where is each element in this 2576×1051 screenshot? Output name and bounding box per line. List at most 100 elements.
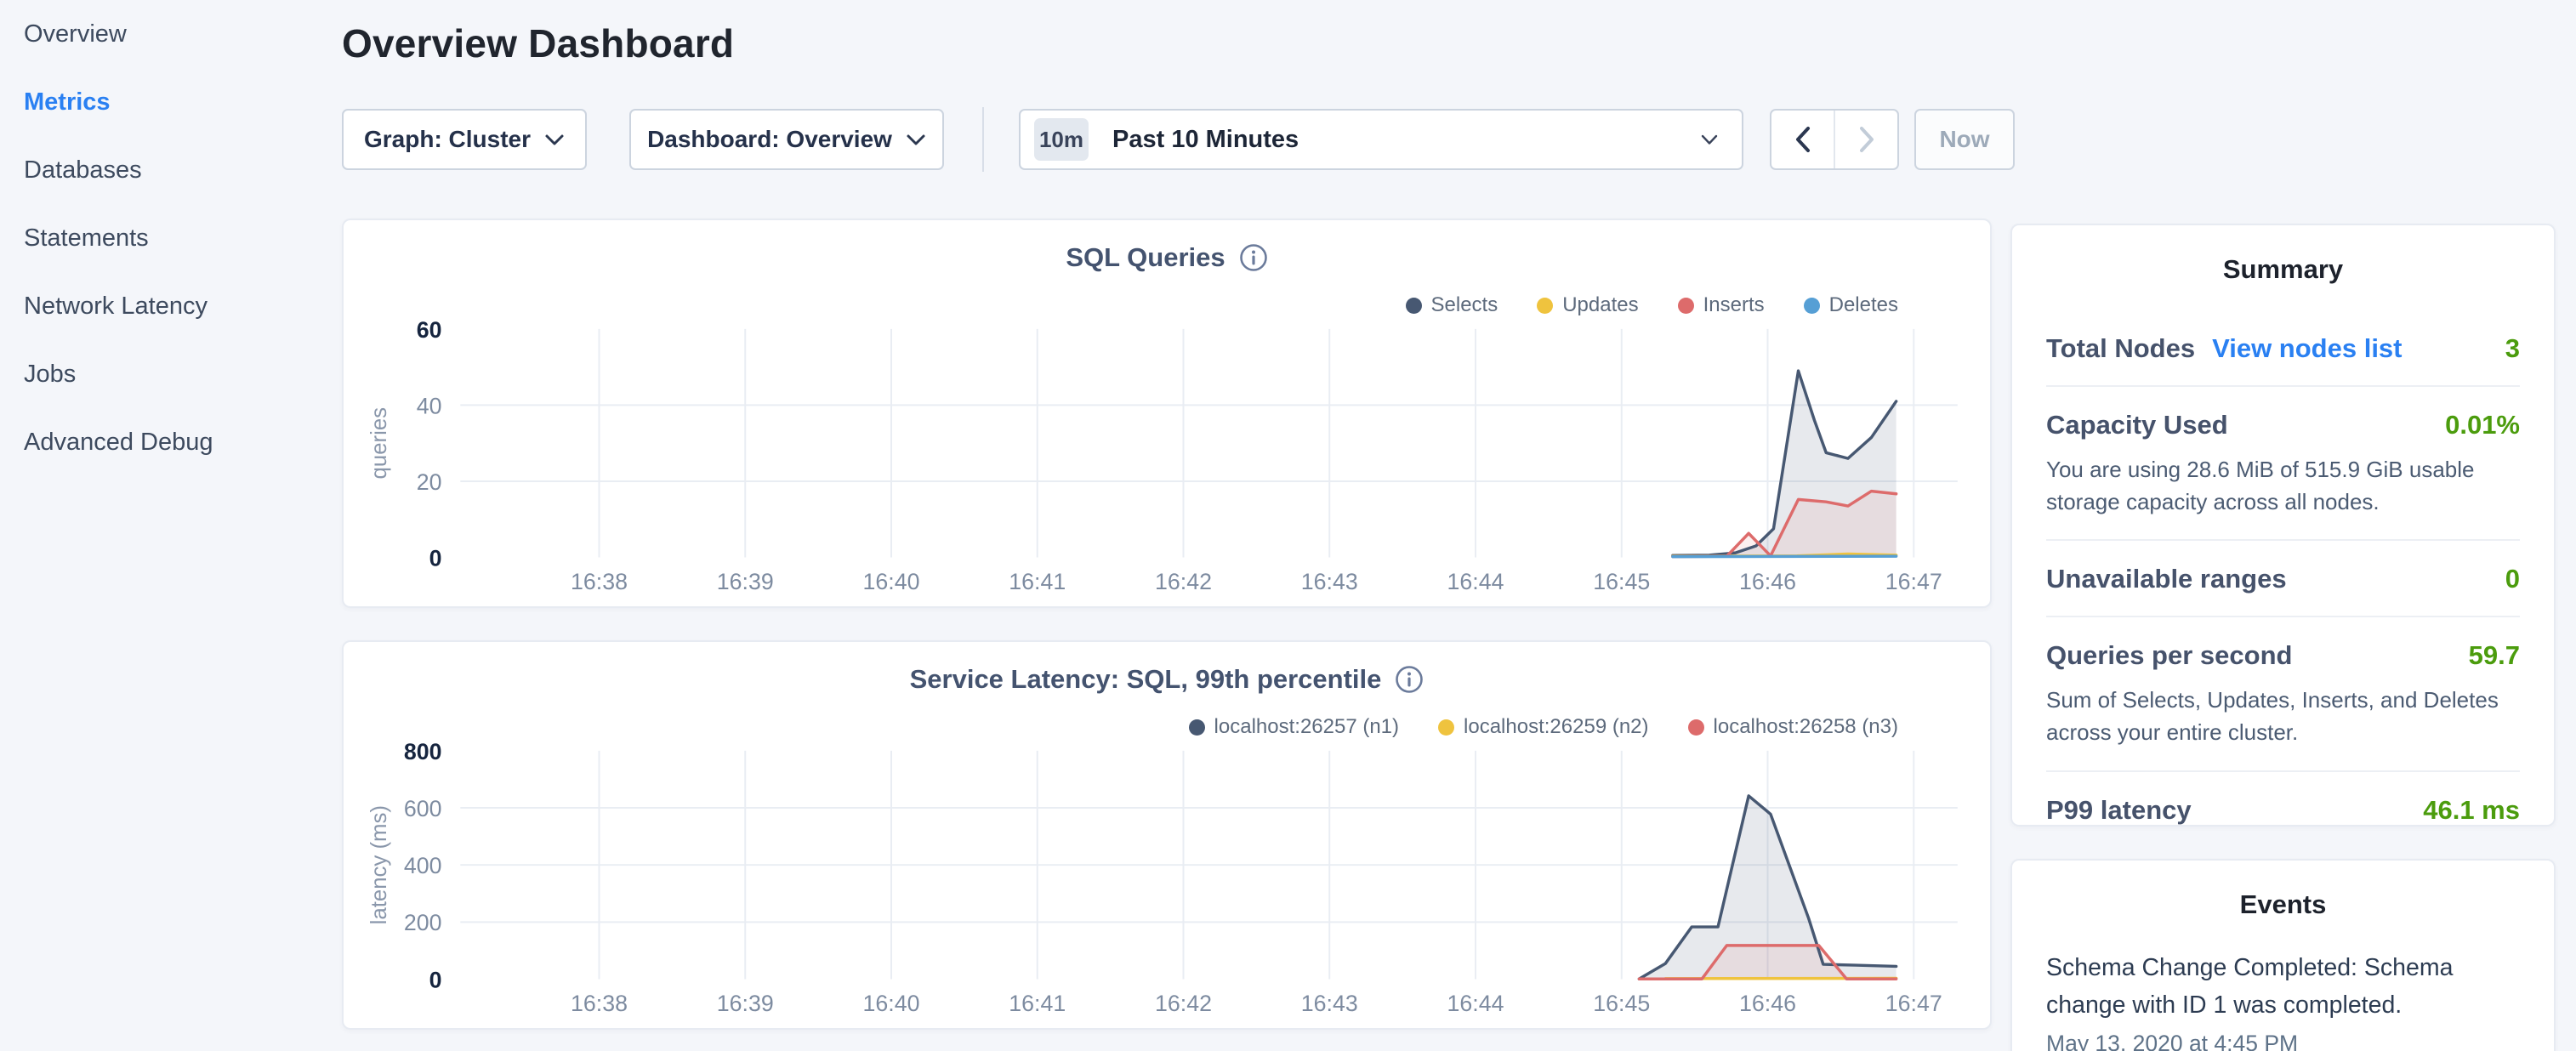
svg-text:16:47: 16:47 <box>1885 991 1942 1016</box>
svg-text:16:43: 16:43 <box>1301 569 1358 594</box>
legend-item[interactable]: localhost:26257 (n1) <box>1189 715 1399 739</box>
svg-text:16:44: 16:44 <box>1447 991 1504 1016</box>
sidebar: OverviewMetricsDatabasesStatementsNetwor… <box>0 0 323 476</box>
events-title: Events <box>2046 889 2520 920</box>
legend-label: localhost:26257 (n1) <box>1214 715 1399 739</box>
svg-text:16:43: 16:43 <box>1301 991 1358 1016</box>
svg-text:16:42: 16:42 <box>1155 569 1212 594</box>
info-icon[interactable] <box>1239 243 1268 272</box>
controls-divider <box>982 107 984 172</box>
summary-row: Queries per second 59.7 Sum of Selects, Up… <box>2046 617 2520 771</box>
summary-row: Unavailable ranges0 <box>2046 541 2520 617</box>
chart-title-row: Service Latency: SQL, 99th percentile <box>344 664 1990 695</box>
chart-legend: Selects Updates Inserts Deletes <box>1406 293 1899 317</box>
legend-label: localhost:26259 (n2) <box>1464 715 1648 739</box>
svg-text:16:38: 16:38 <box>571 569 628 594</box>
summary-row-label: Queries per second <box>2046 640 2292 671</box>
svg-text:0: 0 <box>429 967 442 992</box>
svg-text:16:40: 16:40 <box>863 991 920 1016</box>
summary-panel: Summary Total Nodes View nodes list 3 Capac… <box>2010 224 2556 827</box>
time-next-button[interactable] <box>1835 111 1897 168</box>
svg-text:queries: queries <box>367 407 391 480</box>
summary-row: Total Nodes View nodes list 3 <box>2046 310 2520 387</box>
sql-queries-plot[interactable]: 16:3816:3916:4016:4116:4216:4316:4416:45… <box>344 220 1990 606</box>
sidebar-item-databases[interactable]: Databases <box>0 136 323 204</box>
sidebar-item-advanced-debug[interactable]: Advanced Debug <box>0 408 323 476</box>
legend-dot <box>1438 719 1454 736</box>
legend-item[interactable]: Selects <box>1406 293 1498 317</box>
legend-item[interactable]: Inserts <box>1678 293 1765 317</box>
svg-text:40: 40 <box>417 393 442 418</box>
svg-text:16:45: 16:45 <box>1593 569 1650 594</box>
legend-label: localhost:26258 (n3) <box>1714 715 1898 739</box>
chart-title: Service Latency: SQL, 99th percentile <box>910 664 1382 695</box>
summary-row: Capacity Used0.01%You are using 28.6 MiB… <box>2046 387 2520 541</box>
legend-item[interactable]: localhost:26258 (n3) <box>1688 715 1898 739</box>
chart-legend: localhost:26257 (n1) localhost:26259 (n2)… <box>1189 715 1898 739</box>
chevron-down-icon <box>1699 134 1720 146</box>
svg-text:16:46: 16:46 <box>1739 991 1796 1016</box>
legend-item[interactable]: Updates <box>1537 293 1638 317</box>
graph-scope-label: Graph: Cluster <box>364 126 531 153</box>
svg-text:16:46: 16:46 <box>1739 569 1796 594</box>
svg-text:800: 800 <box>404 739 442 764</box>
sidebar-item-network-latency[interactable]: Network Latency <box>0 272 323 340</box>
legend-label: Inserts <box>1703 293 1765 317</box>
summary-title: Summary <box>2046 254 2520 285</box>
legend-label: Updates <box>1562 293 1638 317</box>
legend-dot <box>1688 719 1704 736</box>
chart-title-row: SQL Queries <box>344 242 1990 273</box>
svg-text:0: 0 <box>429 545 442 571</box>
svg-text:200: 200 <box>404 910 442 935</box>
summary-row-label: Unavailable ranges <box>2046 564 2287 594</box>
summary-row-label: Total Nodes <box>2046 333 2195 364</box>
sidebar-item-metrics[interactable]: Metrics <box>0 68 323 136</box>
legend-item[interactable]: localhost:26259 (n2) <box>1438 715 1648 739</box>
time-window-label: Past 10 Minutes <box>1112 126 1299 154</box>
svg-text:60: 60 <box>417 317 442 343</box>
sidebar-item-statements[interactable]: Statements <box>0 204 323 272</box>
svg-text:16:39: 16:39 <box>717 991 774 1016</box>
page-title: Overview Dashboard <box>342 20 734 66</box>
legend-item[interactable]: Deletes <box>1804 293 1898 317</box>
svg-text:16:47: 16:47 <box>1885 569 1942 594</box>
summary-row-value: 46.1 ms <box>2423 795 2520 826</box>
summary-row-value: 0.01% <box>2445 410 2520 440</box>
service-latency-plot[interactable]: 16:38 16:39 16:40 16:41 16:42 16:43 16:44 16:45… <box>344 642 1990 1028</box>
summary-rows: Total Nodes View nodes list 3 Capacity Used… <box>2046 310 2520 847</box>
svg-text:16:41: 16:41 <box>1009 569 1066 594</box>
now-button[interactable]: Now <box>1914 109 2015 170</box>
legend-dot <box>1537 298 1553 314</box>
dashboard-dropdown[interactable]: Dashboard: Overview <box>629 109 944 170</box>
svg-text:16:38: 16:38 <box>571 991 628 1016</box>
event-text[interactable]: Schema Change Completed: Schema change w… <box>2046 949 2520 1024</box>
summary-row-label: Capacity Used <box>2046 410 2228 440</box>
time-window-badge: 10m <box>1034 118 1089 161</box>
summary-row: P99 latency46.1 ms <box>2046 772 2520 847</box>
svg-text:16:42: 16:42 <box>1155 991 1212 1016</box>
events-panel: Events Schema Change Completed: Schema c… <box>2010 859 2556 1051</box>
sidebar-item-jobs[interactable]: Jobs <box>0 340 323 408</box>
chart-title: SQL Queries <box>1066 242 1225 273</box>
svg-text:16:45: 16:45 <box>1593 991 1650 1016</box>
summary-row-caption: Sum of Selects, Updates, Inserts, and De… <box>2046 685 2520 748</box>
svg-text:latency (ms): latency (ms) <box>367 805 391 924</box>
time-window-dropdown[interactable]: 10m Past 10 Minutes <box>1019 109 1743 170</box>
svg-text:20: 20 <box>417 469 442 495</box>
summary-row-value: 3 <box>2505 333 2520 364</box>
summary-row-value: 59.7 <box>2469 640 2520 671</box>
svg-text:16:41: 16:41 <box>1009 991 1066 1016</box>
info-icon[interactable] <box>1395 665 1424 694</box>
view-nodes-list-link[interactable]: View nodes list <box>2212 333 2402 364</box>
time-prev-button[interactable] <box>1771 111 1835 168</box>
graph-scope-dropdown[interactable]: Graph: Cluster <box>342 109 587 170</box>
dashboard-label: Dashboard: Overview <box>647 126 892 153</box>
svg-text:16:39: 16:39 <box>717 569 774 594</box>
svg-text:16:40: 16:40 <box>863 569 920 594</box>
event-timestamp: May 13, 2020 at 4:45 PM <box>2046 1031 2520 1051</box>
legend-dot <box>1804 298 1820 314</box>
legend-dot <box>1678 298 1694 314</box>
sidebar-item-overview[interactable]: Overview <box>0 0 323 68</box>
chevron-down-icon <box>906 134 926 146</box>
service-latency-chart-card: Service Latency: SQL, 99th percentile lo… <box>342 640 1992 1030</box>
